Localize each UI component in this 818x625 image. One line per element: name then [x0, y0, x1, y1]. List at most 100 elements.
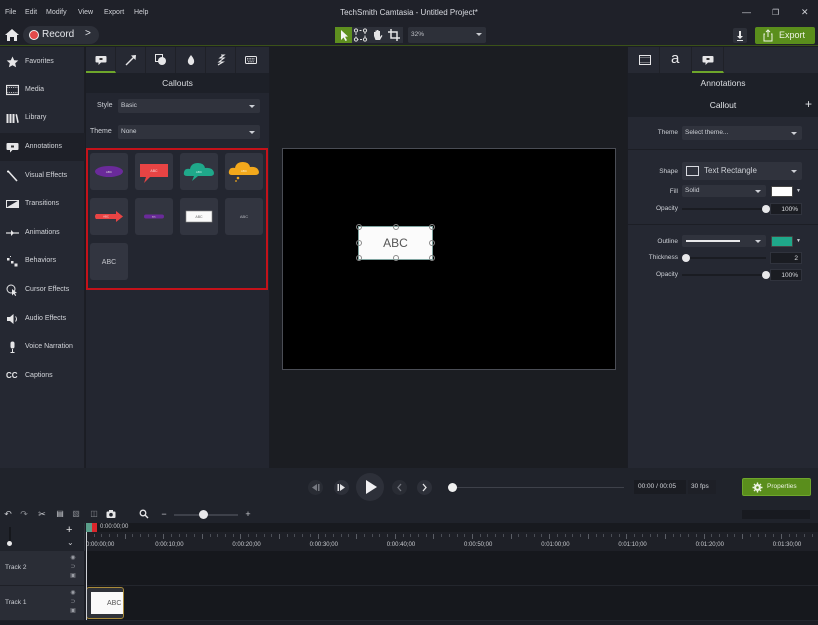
canvas-callout-text-rectangle[interactable]: ABC [356, 224, 435, 261]
sidebar-item-visual-effects[interactable]: Visual Effects [0, 162, 85, 190]
resize-handle-top[interactable] [393, 224, 399, 230]
zoom-in-button[interactable]: + [243, 509, 253, 519]
resize-handle-bottom[interactable] [393, 255, 399, 261]
sidebar-item-favorites[interactable]: Favorites [0, 48, 85, 76]
thickness-slider[interactable] [682, 257, 766, 259]
canvas-zoom-dropdown[interactable]: 32% [408, 27, 486, 43]
resize-handle-left[interactable] [356, 240, 362, 246]
previous-marker-button[interactable] [392, 480, 407, 495]
style-dropdown[interactable]: Basic [118, 99, 260, 113]
home-button[interactable] [4, 27, 20, 43]
fill-opacity-slider-knob[interactable] [762, 205, 770, 213]
playback-scrubber-knob[interactable] [448, 483, 457, 492]
undo-icon[interactable]: ↶ [3, 509, 13, 519]
sidebar-item-transitions[interactable]: Transitions [0, 190, 85, 218]
playback-scrubber[interactable] [452, 487, 624, 488]
fill-type-dropdown[interactable]: Solid [682, 185, 766, 197]
magnet-icon[interactable]: ⊃ [69, 563, 77, 572]
resize-handle-top-right[interactable] [429, 224, 435, 230]
resize-handle-right[interactable] [429, 240, 435, 246]
thickness-input[interactable]: 2 [770, 252, 802, 264]
callout-tile-large-text[interactable]: ABC [90, 243, 128, 280]
restore-button[interactable]: ❐ [772, 8, 779, 17]
pan-tool-button[interactable] [369, 27, 386, 43]
lock-icon[interactable]: ▣ [69, 572, 77, 581]
record-options-chevron-icon[interactable]: > [85, 28, 91, 39]
select-tool-button[interactable] [335, 27, 352, 43]
tab-text-properties[interactable]: a [660, 47, 692, 73]
track-lane-track-2[interactable] [86, 551, 818, 586]
split-icon[interactable]: ◫ [89, 509, 99, 519]
outline-opacity-slider-knob[interactable] [762, 271, 770, 279]
callout-tile-red-speech[interactable]: ABC [135, 153, 173, 190]
record-button[interactable]: Record > [23, 26, 99, 44]
preview-canvas[interactable]: ABC [282, 148, 616, 370]
download-button[interactable] [733, 28, 747, 43]
track-header-track-2[interactable]: Track 2 ◉ ⊃ ▣ [0, 551, 85, 586]
add-property-button[interactable]: + [805, 97, 812, 111]
eye-visibility-icon[interactable]: ◉ [69, 589, 77, 598]
outline-style-dropdown[interactable] [682, 235, 766, 247]
fill-opacity-input[interactable]: 100% [770, 203, 802, 215]
playhead-line[interactable] [86, 523, 87, 620]
magnet-icon[interactable]: ⊃ [69, 598, 77, 607]
track-height-knob[interactable] [7, 541, 12, 546]
tab-blur-highlight[interactable] [176, 47, 206, 73]
sidebar-item-media[interactable]: Media [0, 76, 85, 104]
close-button[interactable]: ✕ [801, 7, 809, 18]
timeline-ruler[interactable]: 0:00:00;00 0:00:10;00 0:00:20;00 0:00:30;00… [86, 523, 818, 551]
step-back-button[interactable] [308, 480, 323, 495]
sidebar-item-cursor-effects[interactable]: Cursor Effects [0, 276, 85, 304]
callout-tile-text-rectangle[interactable]: ABC [180, 198, 218, 235]
redo-icon[interactable]: ↷ [19, 509, 29, 519]
sidebar-item-animations[interactable]: Animations [0, 219, 85, 247]
edit-points-tool-button[interactable] [352, 27, 369, 43]
outline-opacity-slider[interactable] [682, 274, 766, 276]
properties-theme-dropdown[interactable]: Select theme... [682, 126, 802, 140]
callout-tile-purple-small-pill[interactable]: ABC [135, 198, 173, 235]
export-button[interactable]: Export [755, 27, 815, 44]
callout-tile-orange-thought[interactable]: ABC [225, 153, 263, 190]
resize-handle-bottom-left[interactable] [356, 255, 362, 261]
zoom-out-button[interactable]: − [159, 509, 169, 519]
tab-shapes[interactable] [146, 47, 176, 73]
fill-opacity-slider[interactable] [682, 208, 766, 210]
sidebar-item-library[interactable]: Library [0, 104, 85, 132]
tab-visual-properties[interactable] [628, 47, 660, 73]
callout-tile-red-arrow[interactable]: ABC [90, 198, 128, 235]
lock-icon[interactable]: ▣ [69, 607, 77, 616]
tab-keystrokes[interactable] [236, 47, 266, 73]
resize-handle-bottom-right[interactable] [429, 255, 435, 261]
timeline-zoom-slider-knob[interactable] [198, 510, 208, 519]
sidebar-item-annotations[interactable]: Annotations [0, 133, 85, 161]
playhead-end-marker[interactable] [92, 523, 97, 532]
eye-visibility-icon[interactable]: ◉ [69, 554, 77, 563]
tab-arrows-lines[interactable] [116, 47, 146, 73]
track-header-track-1[interactable]: Track 1 ◉ ⊃ ▣ [0, 586, 85, 621]
track-lane-track-1[interactable]: ABC [86, 586, 818, 621]
outline-opacity-input[interactable]: 100% [770, 269, 802, 281]
outline-color-swatch[interactable] [771, 236, 793, 247]
collapse-tracks-chevron-icon[interactable]: ⌄ [67, 538, 74, 547]
fill-color-swatch[interactable] [771, 186, 793, 197]
sidebar-item-voice-narration[interactable]: Voice Narration [0, 333, 85, 361]
resize-handle-top-left[interactable] [356, 224, 362, 230]
properties-button[interactable]: Properties [742, 478, 811, 496]
sidebar-item-captions[interactable]: CC Captions [0, 362, 85, 390]
callout-tile-teal-cloud[interactable]: ABC [180, 153, 218, 190]
canvas-callout-text[interactable]: ABC [359, 236, 432, 250]
callout-tile-purple-pill[interactable]: ABC [90, 153, 128, 190]
crop-tool-button[interactable] [386, 27, 403, 43]
sidebar-item-behaviors[interactable]: Behaviors [0, 247, 85, 275]
play-button[interactable] [356, 473, 384, 501]
sidebar-item-audio-effects[interactable]: Audio Effects [0, 305, 85, 333]
tab-sketch-motion[interactable] [206, 47, 236, 73]
timeline-scroll-overview[interactable] [742, 510, 810, 519]
theme-dropdown[interactable]: None [118, 125, 260, 139]
thickness-slider-knob[interactable] [682, 254, 690, 262]
next-marker-button[interactable] [417, 480, 432, 495]
tab-annotation-properties[interactable] [692, 47, 724, 73]
paste-icon[interactable]: ▧ [71, 509, 81, 519]
tab-callouts[interactable] [86, 47, 116, 73]
cut-icon[interactable]: ✂ [37, 509, 47, 519]
